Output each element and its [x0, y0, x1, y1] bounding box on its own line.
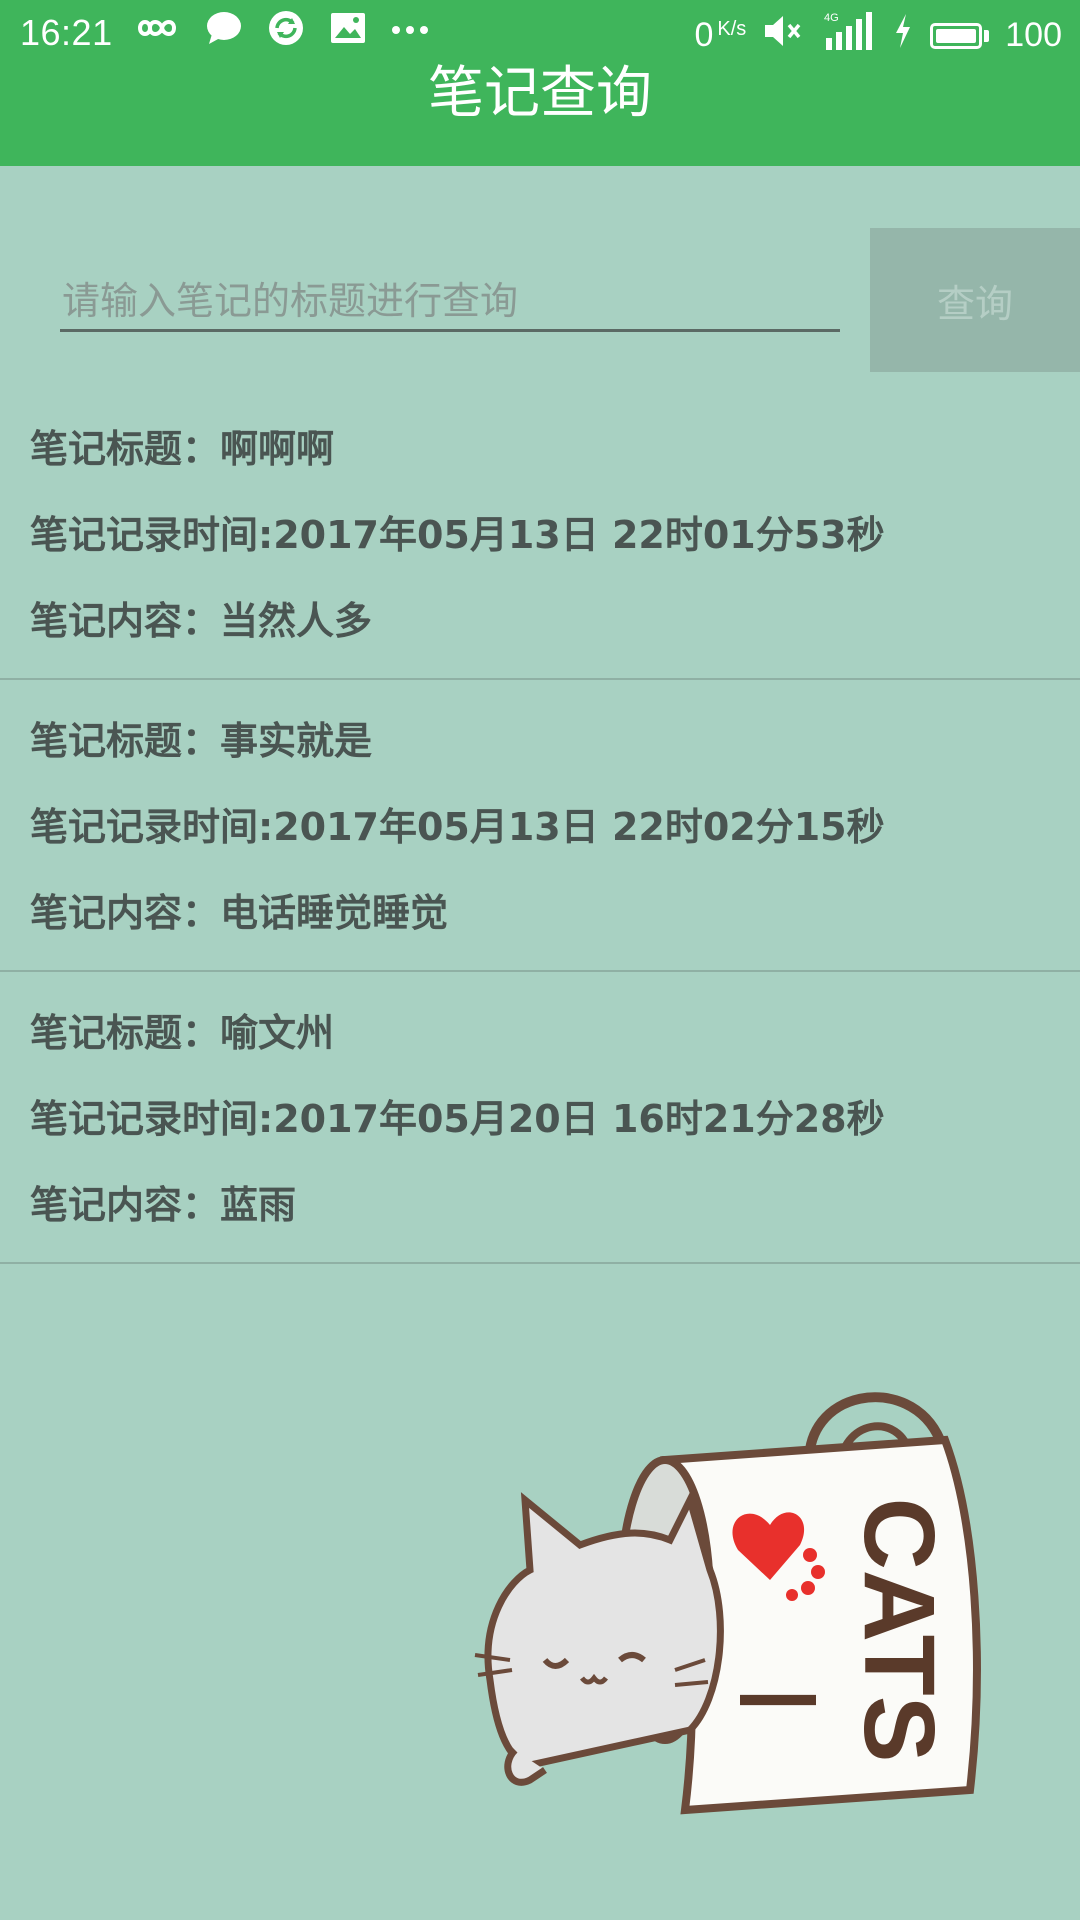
mug-text-i: I [716, 1685, 839, 1716]
status-notification-icons [132, 8, 430, 53]
search-row: 查询 [0, 228, 1080, 372]
chat-bubble-icon [204, 8, 244, 53]
mug-text-cats: CATS [843, 1498, 955, 1763]
note-time: 笔记记录时间:2017年05月13日 22时02分15秒 [30, 805, 885, 849]
note-content: 笔记内容：当然人多 [30, 599, 373, 643]
battery-icon [930, 22, 990, 49]
cat-in-mug-illustration: I CATS [474, 1392, 981, 1815]
note-content: 笔记内容：蓝雨 [30, 1183, 297, 1227]
infinity-icon [132, 8, 182, 53]
sync-icon [266, 8, 306, 53]
note-title: 笔记标题：喻文州 [30, 1011, 335, 1055]
note-item[interactable]: 笔记标题：喻文州 笔记记录时间:2017年05月20日 16时21分28秒 笔记… [0, 972, 1080, 1264]
more-dots-icon [390, 8, 430, 53]
search-button[interactable]: 查询 [870, 228, 1080, 372]
net-speed-unit: K/s [717, 18, 747, 40]
note-title: 笔记标题：啊啊啊 [30, 427, 335, 471]
note-time: 笔记记录时间:2017年05月13日 22时01分53秒 [30, 513, 885, 557]
search-input[interactable] [60, 272, 840, 332]
note-list: 笔记标题：啊啊啊 笔记记录时间:2017年05月13日 22时01分53秒 笔记… [0, 388, 1080, 1264]
network-type-label: 4G [824, 12, 839, 24]
note-content: 笔记内容：电话睡觉睡觉 [30, 891, 449, 935]
note-time: 笔记记录时间:2017年05月20日 16时21分28秒 [30, 1097, 885, 1141]
note-item[interactable]: 笔记标题：啊啊啊 笔记记录时间:2017年05月13日 22时01分53秒 笔记… [0, 388, 1080, 680]
note-title: 笔记标题：事实就是 [30, 719, 373, 763]
note-item[interactable]: 笔记标题：事实就是 笔记记录时间:2017年05月13日 22时02分15秒 笔… [0, 680, 1080, 972]
image-icon [328, 8, 368, 53]
page-title: 笔记查询 [428, 61, 652, 126]
